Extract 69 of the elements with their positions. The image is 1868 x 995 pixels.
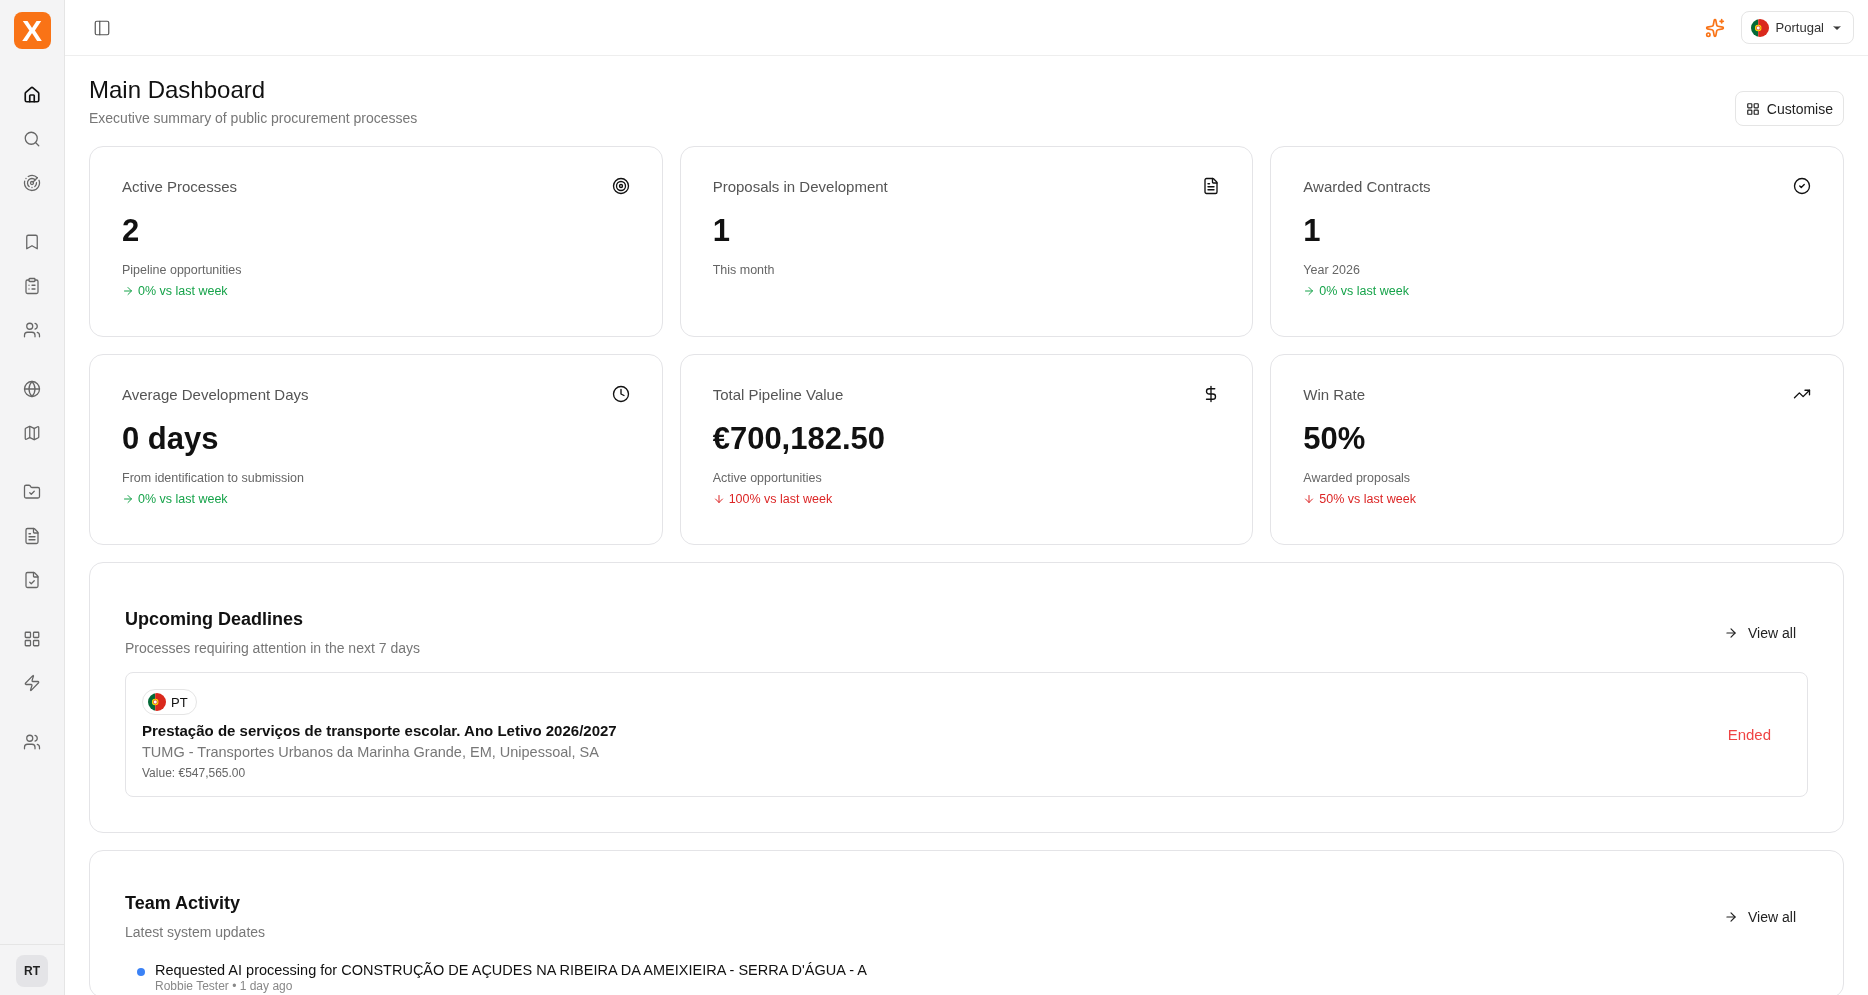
- check-circle-icon: [1793, 177, 1811, 195]
- process-title: Prestação de serviços de transporte escolar. Ano Letivo 2026/2027: [142, 722, 617, 739]
- sparkle-icon: [1704, 17, 1725, 38]
- radar-icon: [23, 174, 41, 192]
- document-icon: [1202, 177, 1221, 195]
- bookmark-icon: [23, 233, 41, 251]
- view-all-link[interactable]: View all: [1724, 908, 1796, 925]
- down-arrow-icon: [712, 493, 725, 505]
- users-icon: [23, 733, 41, 751]
- down-arrow-icon: [1303, 493, 1316, 505]
- customise-button[interactable]: Customise: [1734, 91, 1844, 126]
- file-check-icon: [23, 571, 41, 589]
- trend-text: 0% vs last week: [138, 492, 228, 506]
- grid-icon: [23, 630, 41, 648]
- flag-icon: [148, 693, 166, 711]
- trend-text: 0% vs last week: [138, 284, 228, 298]
- deadline-item[interactable]: PT Prestação de serviços de transporte escolar. Ano Letivo 2026/2027 TUMG - Transportes Urbanos da Marinha Grande, EM, Unipessoal, SA Value: €547,565.00 Ended: [125, 672, 1808, 797]
- map-icon: [23, 424, 41, 442]
- stat-value: 1: [1303, 213, 1322, 249]
- globe-icon: [23, 380, 41, 398]
- clock-icon: [611, 385, 630, 403]
- trend-text: 100% vs last week: [728, 492, 833, 506]
- stat-note: Pipeline opportunities: [122, 263, 243, 277]
- right-arrow-icon: [1303, 285, 1316, 297]
- clipboard-icon: [23, 277, 41, 295]
- stat-label: Average Development Days: [122, 385, 309, 403]
- stat-label: Win Rate: [1303, 385, 1365, 403]
- stat-value: 0 days: [122, 421, 220, 457]
- section-subtitle: Latest system updates: [125, 924, 266, 940]
- page-title: Main Dashboard: [89, 76, 267, 104]
- country-dropdown[interactable]: Portugal: [1740, 11, 1854, 44]
- page-subtitle: Executive summary of public procurement processes: [89, 110, 418, 126]
- activity-text: Requested AI processing for CONSTRUÇÃO DE AÇUDES NA RIBEIRA DA AMEIXIEIRA - SERRA D'ÁGUA - A: [155, 962, 867, 978]
- stat-value: 2: [122, 213, 141, 249]
- activity-meta: Robbie Tester • 1 day ago: [155, 979, 294, 993]
- lightning-icon: [23, 674, 41, 692]
- right-arrow-icon: [122, 493, 134, 505]
- trend-text: 0% vs last week: [1319, 284, 1409, 298]
- grid-icon: [1745, 101, 1760, 116]
- stat-label: Active Processes: [122, 177, 238, 195]
- view-all-link[interactable]: View all: [1724, 624, 1796, 641]
- panel-icon: [93, 18, 111, 37]
- process-status: Ended: [1727, 726, 1771, 743]
- stat-note: Year 2026: [1303, 263, 1361, 277]
- process-entity: TUMG - Transportes Urbanos da Marinha Grande, EM, Unipessoal, SA: [142, 744, 600, 760]
- stat-label: Awarded Contracts: [1303, 177, 1431, 195]
- stat-note: Awarded proposals: [1303, 471, 1412, 485]
- section-title: Team Activity: [125, 893, 242, 914]
- home-icon: [23, 86, 41, 104]
- trend-text: 50% vs last week: [1319, 492, 1416, 506]
- user-avatar[interactable]: RT: [16, 955, 48, 987]
- stat-label: Proposals in Development: [712, 177, 888, 195]
- users-icon: [23, 321, 41, 339]
- right-arrow-icon: [122, 285, 134, 297]
- stat-label: Total Pipeline Value: [712, 385, 844, 403]
- document-icon: [23, 527, 41, 545]
- process-value: Value: €547,565.00: [142, 766, 247, 780]
- folder-check-icon: [23, 483, 41, 501]
- section-subtitle: Processes requiring attention in the next 7 days: [125, 640, 420, 656]
- stat-value: €700,182.50: [712, 421, 887, 457]
- stat-note: This month: [712, 263, 776, 277]
- stat-value: 50%: [1303, 421, 1367, 457]
- stat-note: Active opportunities: [712, 471, 823, 485]
- stat-value: 1: [712, 213, 731, 249]
- flag-icon: [1750, 18, 1769, 37]
- section-title: Upcoming Deadlines: [125, 609, 305, 630]
- stat-note: From identification to submission: [122, 471, 306, 485]
- target-icon: [611, 177, 630, 195]
- search-icon: [23, 130, 41, 148]
